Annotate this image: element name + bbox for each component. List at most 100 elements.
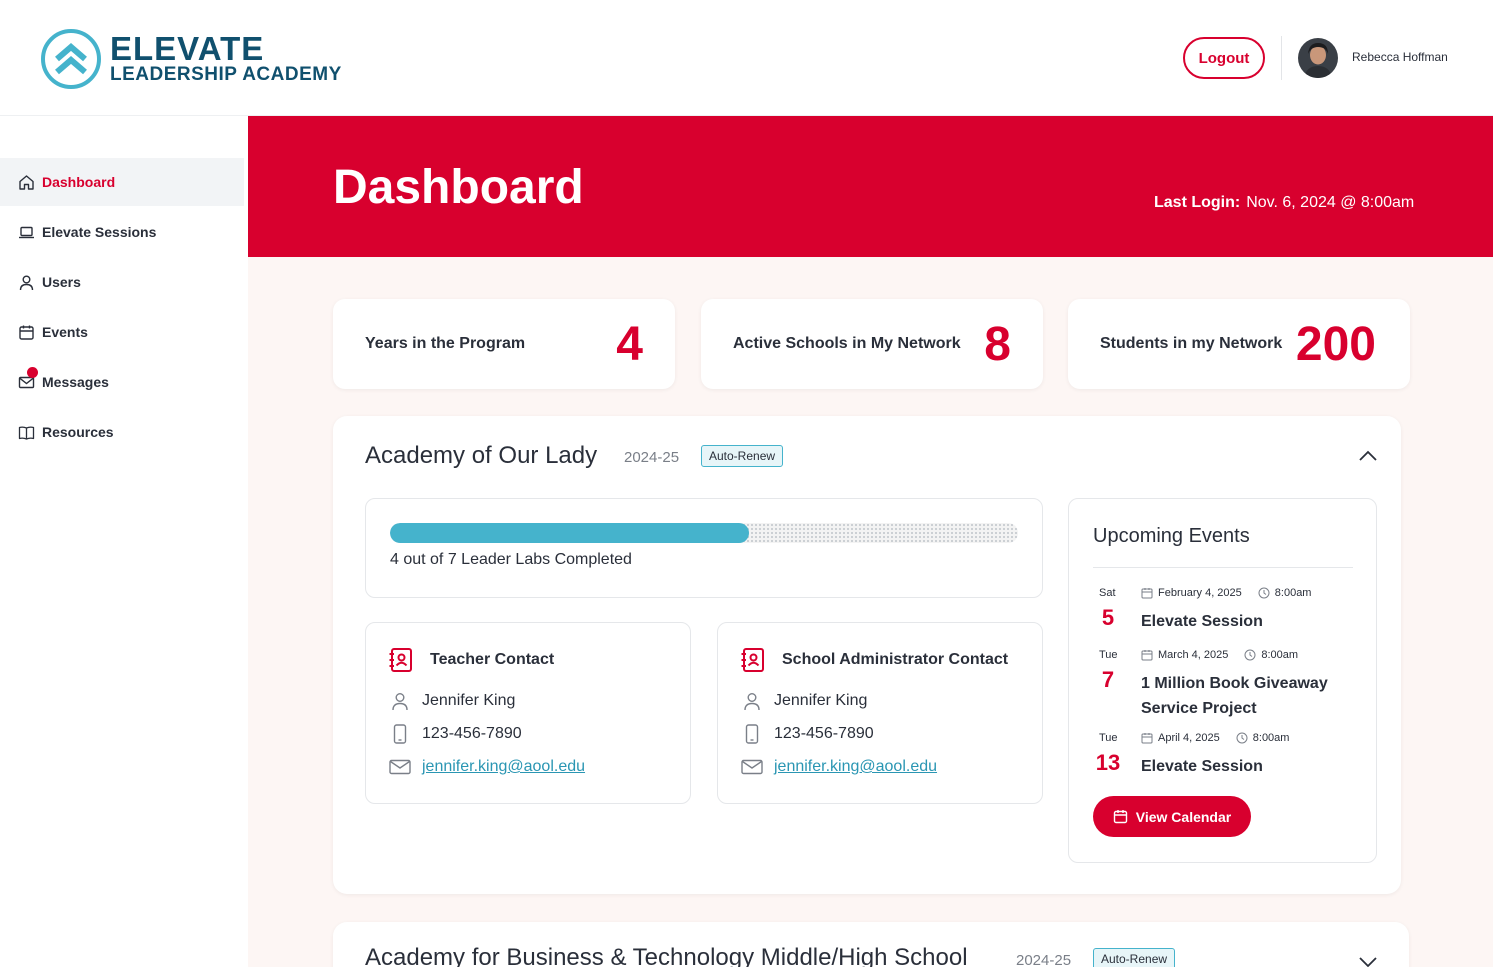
calendar-icon [1141,733,1153,744]
auto-renew-badge: Auto-Renew [701,445,784,467]
sidebar-item-dashboard[interactable]: Dashboard [0,158,244,206]
clock-icon [1258,587,1270,599]
contact-book-icon [389,648,412,672]
contact-title: Teacher Contact [430,651,555,668]
stat-label: Students in my Network [1100,335,1283,352]
view-calendar-button[interactable]: View Calendar [1093,796,1251,837]
avatar[interactable] [1298,38,1338,78]
sidebar-item-events[interactable]: Events [0,308,244,356]
sidebar-item-label: Users [42,274,81,290]
event-meta: April 4, 2025 8:00am [1141,732,1289,744]
logo-chevron-icon [41,29,101,89]
event-weekday: Tue [1099,732,1118,744]
user-name[interactable]: Rebecca Hoffman [1352,50,1448,64]
event-weekday: Sat [1099,587,1116,599]
contact-email-row: jennifer.king@aool.edu [388,755,585,779]
teacher-contact-card: Teacher Contact Jennifer King 123-456-78… [365,622,691,804]
notification-dot [27,367,38,378]
sidebar-item-label: Elevate Sessions [42,224,157,240]
avatar-photo [1298,38,1338,78]
event-weekday: Tue [1099,649,1118,661]
sidebar-item-elevate-sessions[interactable]: Elevate Sessions [0,208,244,256]
school-name: Academy for Business & Technology Middle… [365,944,968,967]
book-icon [17,423,35,441]
contact-phone-row: 123-456-7890 [740,722,874,746]
auto-renew-badge: Auto-Renew [1093,948,1176,967]
contact-name: Jennifer King [422,692,516,709]
stat-label: Active Schools in My Network [733,335,961,352]
last-login: Last Login: Nov. 6, 2024 @ 8:00am [1154,194,1414,212]
sidebar: Dashboard Elevate Sessions Users Events … [0,116,248,967]
stat-label: Years in the Program [365,335,526,352]
page-banner: Dashboard Last Login: Nov. 6, 2024 @ 8:00… [248,116,1493,257]
contact-email-link[interactable]: jennifer.king@aool.edu [422,758,585,776]
chevron-down-icon[interactable] [1357,954,1379,967]
view-calendar-label: View Calendar [1135,808,1232,825]
mail-icon [740,755,764,779]
stat-value: 4 [616,318,643,371]
progress-bar [390,523,1018,543]
event-time: 8:00am [1261,649,1299,661]
progress-panel: 4 out of 7 Leader Labs Completed [365,498,1043,598]
mail-icon [388,755,412,779]
event-time: 8:00am [1274,587,1312,599]
user-icon [388,689,412,713]
contact-email-link[interactable]: jennifer.king@aool.edu [774,758,937,776]
event-meta: February 4, 2025 8:00am [1141,587,1311,599]
event-date: February 4, 2025 [1158,587,1242,599]
sidebar-item-label: Events [42,324,88,340]
stat-value: 8 [984,318,1011,371]
calendar-icon [1113,810,1127,824]
logout-button[interactable]: Logout [1183,37,1265,79]
event-name: 1 Million Book Giveaway Service Project [1141,675,1328,717]
brand-subtitle: LEADERSHIP ACADEMY [110,64,342,85]
event-day: 5 [1101,605,1115,630]
contact-title: School Administrator Contact [782,651,1009,668]
user-icon [740,689,764,713]
contact-phone-row: 123-456-7890 [388,722,522,746]
school-name: Academy of Our Lady [365,442,598,469]
event-item[interactable]: Tue 13 April 4, 2025 8:00am Elevate Sess… [1093,732,1363,782]
clock-icon [1244,649,1256,661]
calendar-icon [17,323,35,341]
laptop-icon [17,223,35,241]
phone-icon [740,722,764,746]
event-item[interactable]: Tue 7 March 4, 2025 8:00am 1 Million Boo… [1093,649,1363,721]
event-name: Elevate Session [1141,758,1263,775]
chevron-up-icon[interactable] [1357,448,1379,464]
top-header: ELEVATE LEADERSHIP ACADEMY Logout Rebecc… [0,0,1493,116]
sidebar-item-label: Resources [42,424,114,440]
progress-text: 4 out of 7 Leader Labs Completed [390,551,632,568]
event-meta: March 4, 2025 8:00am [1141,649,1298,661]
mail-icon [17,367,38,391]
calendar-icon [1141,588,1153,599]
school-year: 2024-25 [1016,952,1072,967]
main-content: Dashboard Last Login: Nov. 6, 2024 @ 8:00… [248,116,1493,967]
events-divider [1093,567,1353,568]
contact-phone: 123-456-7890 [422,725,522,742]
brand-name: ELEVATE [110,30,265,67]
event-name: Elevate Session [1141,613,1263,630]
phone-icon [388,722,412,746]
sidebar-item-label: Messages [42,374,109,390]
sidebar-item-messages[interactable]: Messages [0,358,244,406]
brand-logo[interactable]: ELEVATE LEADERSHIP ACADEMY [40,28,342,90]
event-day: 13 [1095,750,1121,775]
progress-bar-fill [390,523,749,543]
stat-card-students: Students in my Network 200 [1068,299,1410,389]
event-date: March 4, 2025 [1158,649,1229,661]
contact-phone: 123-456-7890 [774,725,874,742]
sidebar-item-users[interactable]: Users [0,258,244,306]
sidebar-item-resources[interactable]: Resources [0,408,244,456]
calendar-icon [1141,650,1153,661]
admin-contact-card: School Administrator Contact Jennifer Ki… [717,622,1043,804]
school-card: Academy for Business & Technology Middle… [333,922,1409,967]
user-icon [17,273,35,291]
contact-book-icon [741,648,764,672]
school-year: 2024-25 [624,449,680,466]
event-item[interactable]: Sat 5 February 4, 2025 8:00am Elevate Se… [1093,587,1363,637]
contact-name-row: Jennifer King [388,689,515,713]
upcoming-events-panel: Upcoming Events Sat 5 February 4, 2025 8… [1068,498,1377,863]
event-time: 8:00am [1252,732,1290,744]
last-login-value: Nov. 6, 2024 @ 8:00am [1246,194,1415,211]
